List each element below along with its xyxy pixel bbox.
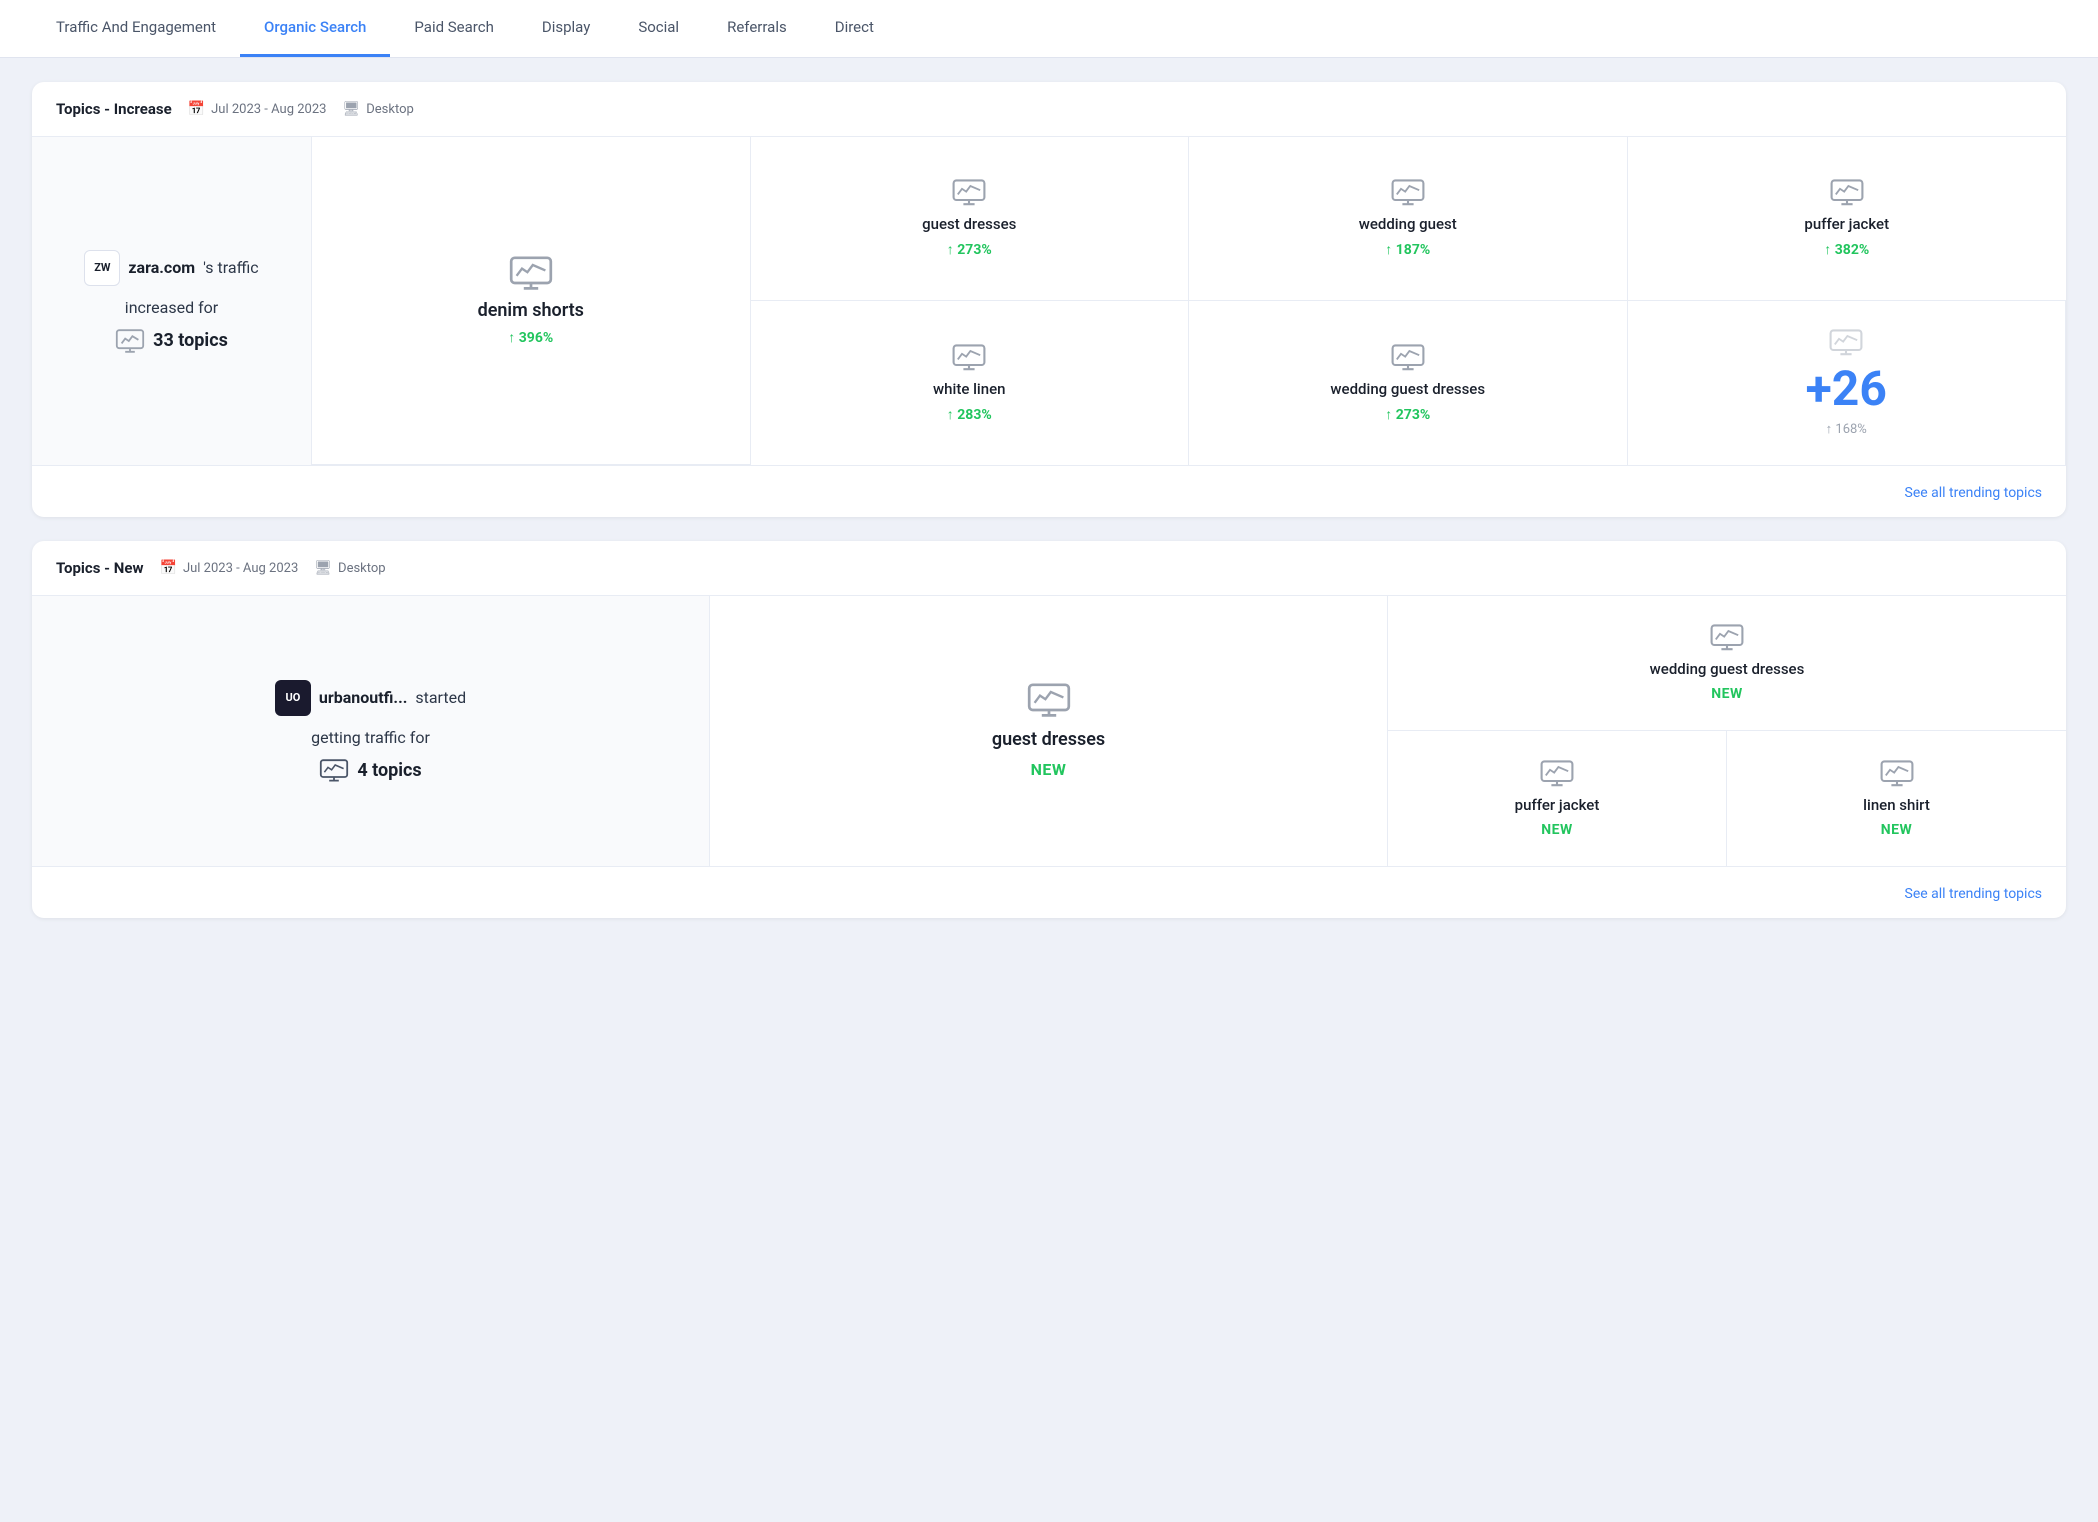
see-all-trending-increase[interactable]: See all trending topics bbox=[1905, 485, 2043, 501]
topics-increase-body: ZW zara.com 's traffic increased for 33 … bbox=[32, 137, 2066, 465]
tab-social[interactable]: Social bbox=[614, 0, 703, 57]
topic-change-puffer-jacket: ↑ 382% bbox=[1824, 241, 1869, 258]
summary-text2: increased for bbox=[125, 298, 218, 317]
topics-new-device-meta: 🖥 Desktop bbox=[314, 560, 385, 576]
tab-referrals[interactable]: Referrals bbox=[703, 0, 811, 57]
topic-more-change: ↑ 168% bbox=[1826, 421, 1867, 437]
summary-site-name: zara.com bbox=[128, 258, 195, 277]
topic-change-wedding-guest: ↑ 187% bbox=[1385, 241, 1430, 258]
tab-direct[interactable]: Direct bbox=[811, 0, 898, 57]
topic-more-count: +26 bbox=[1806, 365, 1887, 413]
monitor-icon: 🖥 bbox=[342, 101, 360, 117]
topics-increase-date: Jul 2023 - Aug 2023 bbox=[211, 102, 326, 117]
summary-topic-count: 33 topics bbox=[153, 330, 228, 351]
topic-name-wedding-guest: wedding guest bbox=[1359, 215, 1457, 233]
topic-name-puffer-jacket: puffer jacket bbox=[1804, 215, 1889, 233]
topic-cell-wedding-guest[interactable]: wedding guest ↑ 187% bbox=[1189, 137, 1628, 301]
topic-icon-denim-shorts bbox=[509, 256, 553, 292]
topic-icon-wedding-guest-dresses bbox=[1391, 344, 1425, 372]
topic-change-denim-shorts: ↑ 396% bbox=[508, 329, 553, 346]
uo-site-name: urbanoutfi... bbox=[319, 688, 407, 707]
summary-text1: 's traffic bbox=[203, 258, 258, 277]
tab-display[interactable]: Display bbox=[518, 0, 614, 57]
topic-cell-white-linen[interactable]: white linen ↑ 283% bbox=[751, 301, 1190, 465]
nav-tabs: Traffic And Engagement Organic Search Pa… bbox=[0, 0, 2098, 58]
topic-change-guest-dresses: ↑ 273% bbox=[947, 241, 992, 258]
topics-increase-summary: ZW zara.com 's traffic increased for 33 … bbox=[32, 137, 312, 465]
uo-topic-count: 4 topics bbox=[357, 760, 421, 781]
monitor-icon-new: 🖥 bbox=[314, 560, 332, 576]
zara-logo: ZW bbox=[84, 250, 120, 286]
topic-new-badge-linen-shirt: NEW bbox=[1881, 822, 1913, 838]
topic-name-new-guest-dresses: guest dresses bbox=[992, 729, 1105, 750]
tab-organic[interactable]: Organic Search bbox=[240, 0, 390, 57]
topic-icon-new-wedding-guest-dresses bbox=[1710, 624, 1744, 652]
topic-name-new-linen-shirt: linen shirt bbox=[1863, 796, 1930, 814]
uo-text2: getting traffic for bbox=[311, 728, 430, 747]
topic-new-cell-linen-shirt[interactable]: linen shirt NEW bbox=[1727, 731, 2066, 866]
topics-increase-device: Desktop bbox=[366, 102, 414, 117]
topics-new-header: Topics - New 📅 Jul 2023 - Aug 2023 🖥 Des… bbox=[32, 541, 2066, 596]
topic-monitor-icon bbox=[115, 329, 145, 353]
topic-cell-guest-dresses[interactable]: guest dresses ↑ 273% bbox=[751, 137, 1190, 301]
topics-increase-device-meta: 🖥 Desktop bbox=[342, 101, 413, 117]
topic-icon-new-linen-shirt bbox=[1880, 760, 1914, 788]
uo-count-row: 4 topics bbox=[319, 759, 421, 783]
topic-cell-puffer-jacket[interactable]: puffer jacket ↑ 382% bbox=[1628, 137, 2067, 301]
topics-new-footer: See all trending topics bbox=[32, 866, 2066, 918]
topic-name-new-puffer-jacket: puffer jacket bbox=[1515, 796, 1600, 814]
topics-new-title: Topics - New bbox=[56, 559, 144, 577]
topic-new-badge-puffer-jacket: NEW bbox=[1541, 822, 1573, 838]
topics-new-device: Desktop bbox=[338, 561, 386, 576]
topics-new-date-meta: 📅 Jul 2023 - Aug 2023 bbox=[160, 560, 299, 576]
topics-increase-date-meta: 📅 Jul 2023 - Aug 2023 bbox=[188, 101, 327, 117]
topic-name-new-wedding-guest-dresses: wedding guest dresses bbox=[1650, 660, 1805, 678]
see-all-trending-new[interactable]: See all trending topics bbox=[1905, 886, 2043, 902]
summary-site-row: ZW zara.com 's traffic bbox=[84, 250, 258, 286]
topic-icon-white-linen bbox=[952, 344, 986, 372]
uo-summary-site-row: UO urbanoutfi... started bbox=[275, 680, 466, 716]
uo-text1: started bbox=[415, 688, 466, 707]
topic-cell-more[interactable]: +26 ↑ 168% bbox=[1628, 301, 2067, 465]
tab-paid[interactable]: Paid Search bbox=[390, 0, 517, 57]
topic-name-guest-dresses: guest dresses bbox=[922, 215, 1016, 233]
topic-icon-puffer-jacket bbox=[1830, 179, 1864, 207]
topics-increase-title: Topics - Increase bbox=[56, 100, 172, 118]
topic-cell-denim-shorts[interactable]: denim shorts ↑ 396% bbox=[312, 137, 751, 465]
topic-new-cell-puffer-jacket[interactable]: puffer jacket NEW bbox=[1388, 731, 1727, 866]
topics-new-body: UO urbanoutfi... started getting traffic… bbox=[32, 596, 2066, 866]
topic-new-badge-guest-dresses: NEW bbox=[1031, 760, 1067, 779]
topic-name-denim-shorts: denim shorts bbox=[478, 300, 584, 321]
topics-new-date: Jul 2023 - Aug 2023 bbox=[183, 561, 298, 576]
topics-increase-grid: denim shorts ↑ 396% guest dresses ↑ 273% bbox=[312, 137, 2066, 465]
topics-increase-header: Topics - Increase 📅 Jul 2023 - Aug 2023 … bbox=[32, 82, 2066, 137]
topic-cell-wedding-guest-dresses[interactable]: wedding guest dresses ↑ 273% bbox=[1189, 301, 1628, 465]
topics-new-summary: UO urbanoutfi... started getting traffic… bbox=[32, 596, 710, 866]
topic-new-cell-guest-dresses[interactable]: guest dresses NEW bbox=[710, 596, 1388, 866]
calendar-icon-new: 📅 bbox=[160, 560, 177, 576]
topic-name-wedding-guest-dresses: wedding guest dresses bbox=[1330, 380, 1485, 398]
topic-icon-guest-dresses bbox=[952, 179, 986, 207]
main-content: Topics - Increase 📅 Jul 2023 - Aug 2023 … bbox=[0, 58, 2098, 942]
topic-new-cell-wedding-guest-dresses[interactable]: wedding guest dresses NEW bbox=[1388, 596, 2066, 731]
topics-increase-card: Topics - Increase 📅 Jul 2023 - Aug 2023 … bbox=[32, 82, 2066, 517]
summary-count-row: 33 topics bbox=[115, 329, 228, 353]
topic-icon-new-puffer-jacket bbox=[1540, 760, 1574, 788]
topic-new-badge-wedding-guest-dresses: NEW bbox=[1711, 686, 1743, 702]
topic-icon-new-guest-dresses bbox=[1027, 683, 1071, 719]
topic-icon-more bbox=[1829, 329, 1863, 357]
topic-name-white-linen: white linen bbox=[933, 380, 1005, 398]
topics-new-card: Topics - New 📅 Jul 2023 - Aug 2023 🖥 Des… bbox=[32, 541, 2066, 918]
uo-logo: UO bbox=[275, 680, 311, 716]
topics-increase-footer: See all trending topics bbox=[32, 465, 2066, 517]
calendar-icon: 📅 bbox=[188, 101, 205, 117]
topic-change-wedding-guest-dresses: ↑ 273% bbox=[1385, 406, 1430, 423]
tab-traffic[interactable]: Traffic And Engagement bbox=[32, 0, 240, 57]
topics-new-right-grid: wedding guest dresses NEW puffer jacket … bbox=[1388, 596, 2066, 866]
topic-change-white-linen: ↑ 283% bbox=[947, 406, 992, 423]
uo-topic-monitor-icon bbox=[319, 759, 349, 783]
topic-icon-wedding-guest bbox=[1391, 179, 1425, 207]
